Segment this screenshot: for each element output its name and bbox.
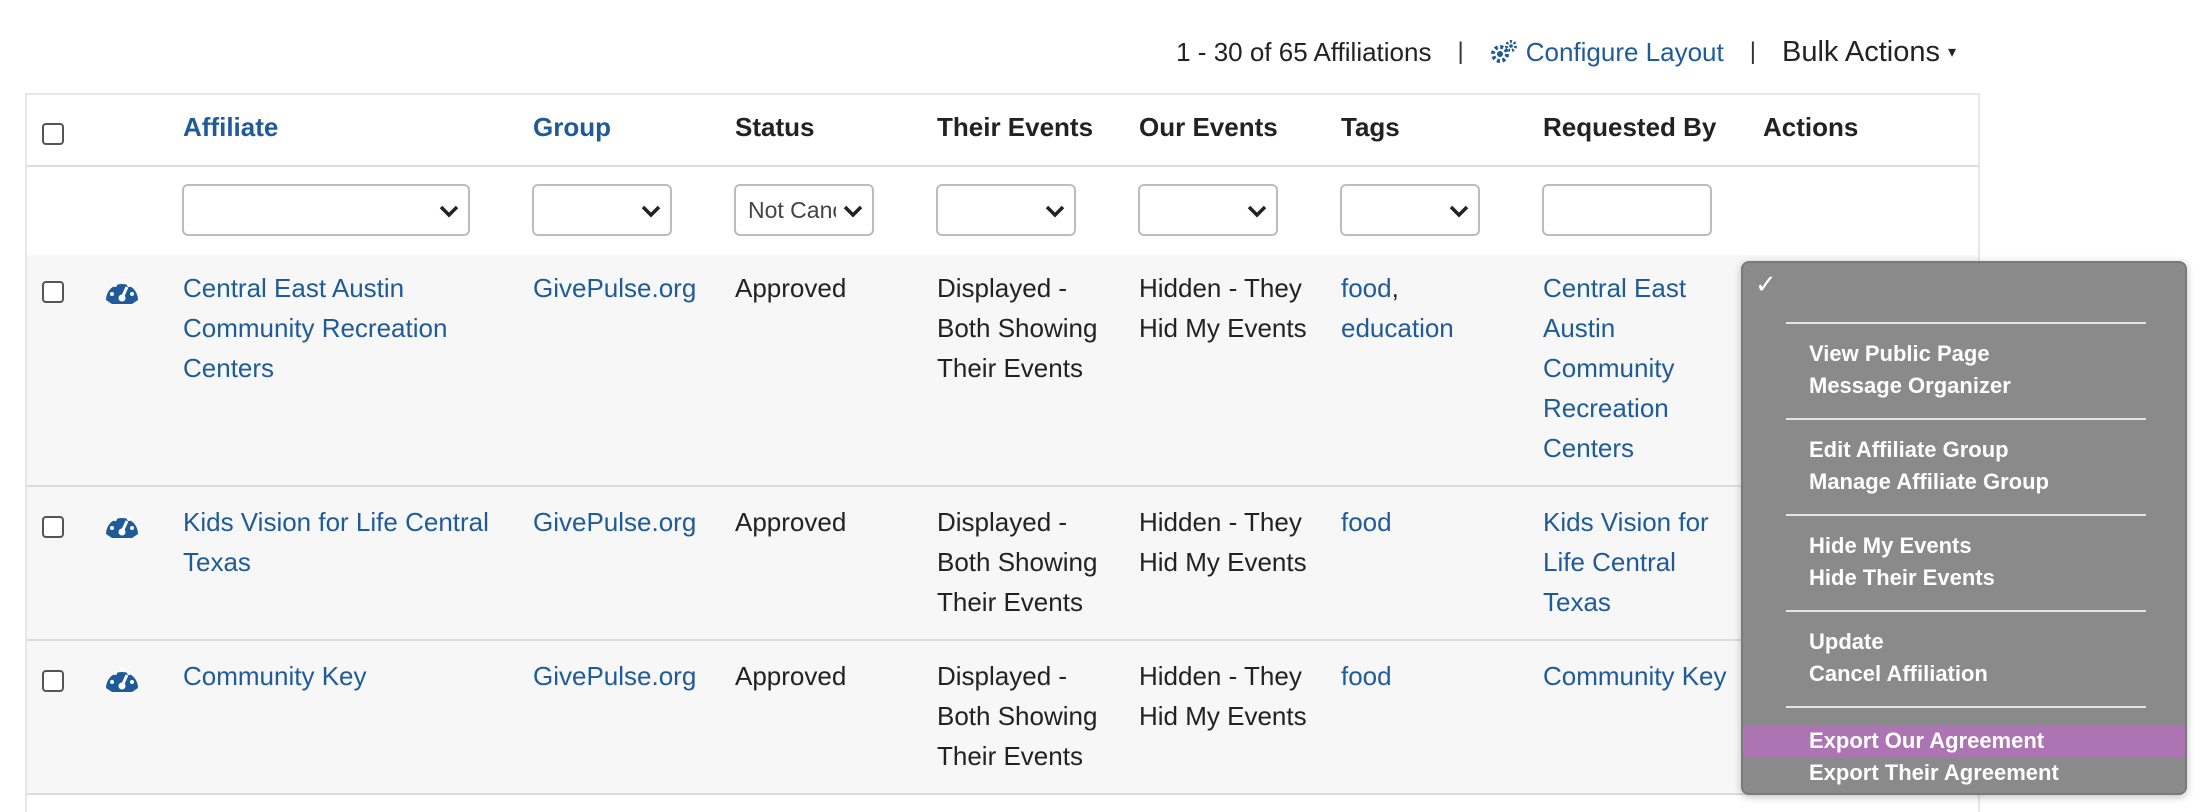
chevron-down-icon: [1045, 205, 1065, 218]
separator: |: [1749, 38, 1756, 65]
group-link[interactable]: GivePulse.org: [533, 656, 696, 696]
menu-item-manage-affiliate-group[interactable]: Manage Affiliate Group: [1743, 466, 2185, 498]
affiliate-filter-select[interactable]: [182, 184, 470, 236]
actions-dropdown-menu: ✓ View Public Page Message Organizer Edi…: [1741, 261, 2187, 795]
requested-by-link[interactable]: Central East Austin Community Recreation Cen…: [1543, 268, 1686, 468]
affiliate-link[interactable]: Kids Vision for Life Central Texas: [183, 502, 489, 582]
our-events-value: Hidden - They Hid My Events: [1139, 507, 1307, 577]
chevron-down-icon: [843, 205, 863, 218]
status-value: Approved: [735, 273, 847, 303]
group-filter-select[interactable]: [532, 184, 672, 236]
their-events-value: Displayed - Both Showing Their Events: [937, 507, 1098, 617]
table-summary-bar: 1 - 30 of 65 Affiliations | Configure La…: [1176, 30, 1956, 74]
tag-link[interactable]: education: [1341, 313, 1454, 343]
their-events-value: Displayed - Both Showing Their Events: [937, 273, 1098, 383]
menu-item-update[interactable]: Update: [1743, 626, 2185, 658]
our-events-value: Hidden - They Hid My Events: [1139, 273, 1307, 343]
chevron-down-icon: [439, 205, 459, 218]
gears-icon: [1490, 40, 1517, 63]
tag-link[interactable]: food: [1341, 273, 1392, 303]
header-affiliate[interactable]: Affiliate: [183, 112, 278, 143]
requested-by-filter-input[interactable]: [1542, 184, 1712, 236]
status-filter-value: Not Canc: [748, 196, 836, 223]
bulk-actions-label: Bulk Actions: [1781, 35, 1940, 68]
check-icon[interactable]: ✓: [1755, 269, 1777, 300]
header-their-events: Their Events: [937, 112, 1094, 142]
tags-list: food, education: [1341, 273, 1454, 343]
row-checkbox[interactable]: [42, 516, 64, 538]
menu-divider: [1786, 610, 2146, 612]
chevron-down-icon: [1449, 205, 1469, 218]
tag-link[interactable]: food: [1341, 656, 1392, 696]
row-divider: [27, 793, 1978, 795]
header-actions: Actions: [1763, 112, 1859, 142]
group-link[interactable]: GivePulse.org: [533, 502, 696, 542]
configure-layout-label: Configure Layout: [1525, 36, 1724, 67]
menu-divider: [1786, 322, 2146, 324]
bulk-actions-button[interactable]: Bulk Actions ▾: [1782, 36, 1956, 69]
their-events-filter-select[interactable]: [936, 184, 1076, 236]
results-count: 1 - 30 of 65 Affiliations: [1176, 36, 1432, 67]
affiliate-link[interactable]: Community Key: [183, 656, 367, 696]
menu-item-export-our-agreement[interactable]: Export Our Agreement: [1743, 725, 2185, 757]
requested-by-link[interactable]: Community Key: [1543, 656, 1727, 696]
header-group[interactable]: Group: [533, 112, 611, 143]
menu-item-hide-their-events[interactable]: Hide Their Events: [1743, 562, 2185, 594]
separator: |: [1457, 38, 1464, 65]
our-events-filter-select[interactable]: [1138, 184, 1278, 236]
menu-item-edit-affiliate-group[interactable]: Edit Affiliate Group: [1743, 434, 2185, 466]
requested-by-link[interactable]: Kids Vision for Life Central Texas: [1543, 502, 1709, 622]
header-divider: [27, 165, 1978, 167]
their-events-value: Displayed - Both Showing Their Events: [937, 661, 1098, 771]
menu-item-cancel-affiliation[interactable]: Cancel Affiliation: [1743, 658, 2185, 690]
status-value: Approved: [735, 661, 847, 691]
our-events-value: Hidden - They Hid My Events: [1139, 661, 1307, 731]
header-tags: Tags: [1341, 112, 1400, 142]
caret-down-icon: ▾: [1947, 44, 1956, 61]
menu-item-hide-my-events[interactable]: Hide My Events: [1743, 530, 2185, 562]
header-requested-by: Requested By: [1543, 112, 1717, 142]
dashboard-gauge-icon[interactable]: [104, 274, 140, 306]
menu-item-export-their-agreement[interactable]: Export Their Agreement: [1743, 757, 2185, 789]
row-checkbox[interactable]: [42, 281, 64, 303]
row-checkbox[interactable]: [42, 670, 64, 692]
chevron-down-icon: [1247, 205, 1267, 218]
menu-item-message-organizer[interactable]: Message Organizer: [1743, 370, 2185, 402]
chevron-down-icon: [641, 205, 661, 218]
tag-link[interactable]: food: [1341, 502, 1392, 542]
group-link[interactable]: GivePulse.org: [533, 268, 696, 308]
header-our-events: Our Events: [1139, 112, 1278, 142]
affiliate-link[interactable]: Central East Austin Community Recreation C…: [183, 268, 447, 388]
dashboard-gauge-icon[interactable]: [104, 508, 140, 540]
configure-layout-link[interactable]: Configure Layout: [1490, 37, 1724, 68]
menu-divider: [1786, 418, 2146, 420]
dashboard-gauge-icon[interactable]: [104, 662, 140, 694]
menu-divider: [1786, 706, 2146, 708]
header-status: Status: [735, 112, 815, 142]
tags-filter-select[interactable]: [1340, 184, 1480, 236]
status-value: Approved: [735, 507, 847, 537]
select-all-checkbox[interactable]: [42, 123, 64, 145]
status-filter-select[interactable]: Not Canc: [734, 184, 874, 236]
menu-divider: [1786, 514, 2146, 516]
menu-item-view-public-page[interactable]: View Public Page: [1743, 338, 2185, 370]
